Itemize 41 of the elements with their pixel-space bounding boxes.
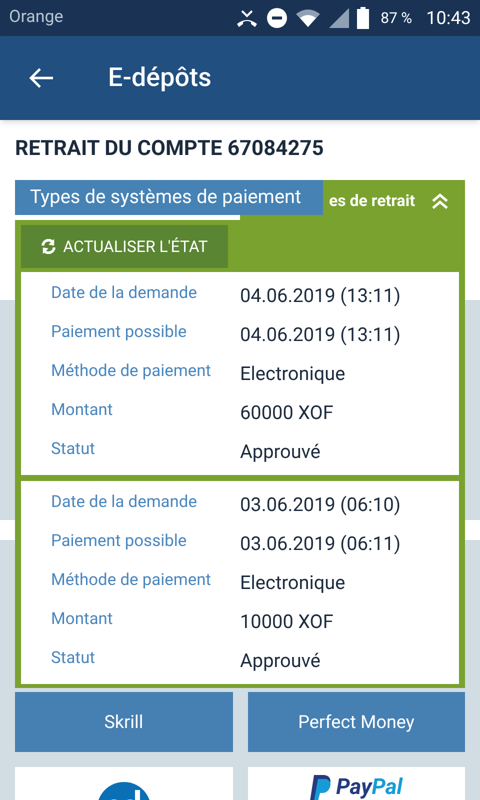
field-value: 03.06.2019 (06:10): [240, 494, 401, 516]
panel-header[interactable]: es de retrait: [328, 189, 415, 213]
field-label: Montant: [51, 610, 114, 630]
clock: 10:43: [426, 6, 471, 30]
field-value: 03.06.2019 (06:11): [240, 532, 401, 554]
field-value: 04.06.2019 (13:11): [240, 284, 401, 306]
field-label: Statut: [51, 648, 96, 668]
do-not-disturb-icon: [266, 8, 287, 28]
missed-call-icon: [234, 8, 259, 28]
wifi-icon: [294, 8, 321, 28]
field-value: Approuvé: [240, 440, 320, 462]
field-value: Electronique: [240, 362, 346, 384]
back-arrow-icon: [28, 67, 54, 89]
field-value: 60000 XOF: [240, 402, 334, 424]
battery-icon: [356, 7, 369, 29]
paypal-p-icon: [310, 775, 332, 800]
payment-method-tile[interactable]: PayPal: [248, 767, 465, 800]
field-label: Méthode de paiement: [51, 570, 212, 590]
field-value: 04.06.2019 (13:11): [240, 324, 401, 346]
field-label: Paiement possible: [51, 322, 188, 342]
payment-method-button[interactable]: Skrill: [15, 692, 232, 752]
field-label: Date de la demande: [51, 492, 198, 512]
refresh-status-button[interactable]: ACTUALISER L'ÉTAT: [21, 225, 228, 268]
carrier-name: Orange: [9, 6, 64, 30]
page-title: RETRAIT DU COMPTE 67084275: [15, 136, 325, 163]
field-label: Statut: [51, 440, 96, 460]
field-value: Electronique: [240, 572, 346, 594]
signal-icon: [328, 8, 349, 28]
field-label: Méthode de paiement: [51, 362, 212, 382]
refresh-icon: [41, 239, 56, 254]
app-bar-title: E-dépôts: [108, 62, 212, 94]
field-label: Montant: [51, 400, 114, 420]
paypal-wordmark: PayPal: [336, 775, 402, 800]
field-label: Date de la demande: [51, 284, 198, 304]
battery-percent: 87 %: [380, 8, 412, 29]
chevrons-up-icon[interactable]: [431, 192, 449, 210]
field-value: 10000 XOF: [240, 610, 334, 632]
field-label: Paiement possible: [51, 532, 188, 552]
payment-types-tab[interactable]: Types de systèmes de paiement: [15, 180, 323, 215]
payment-method-button[interactable]: Perfect Money: [248, 692, 465, 752]
field-value: Approuvé: [240, 650, 320, 672]
